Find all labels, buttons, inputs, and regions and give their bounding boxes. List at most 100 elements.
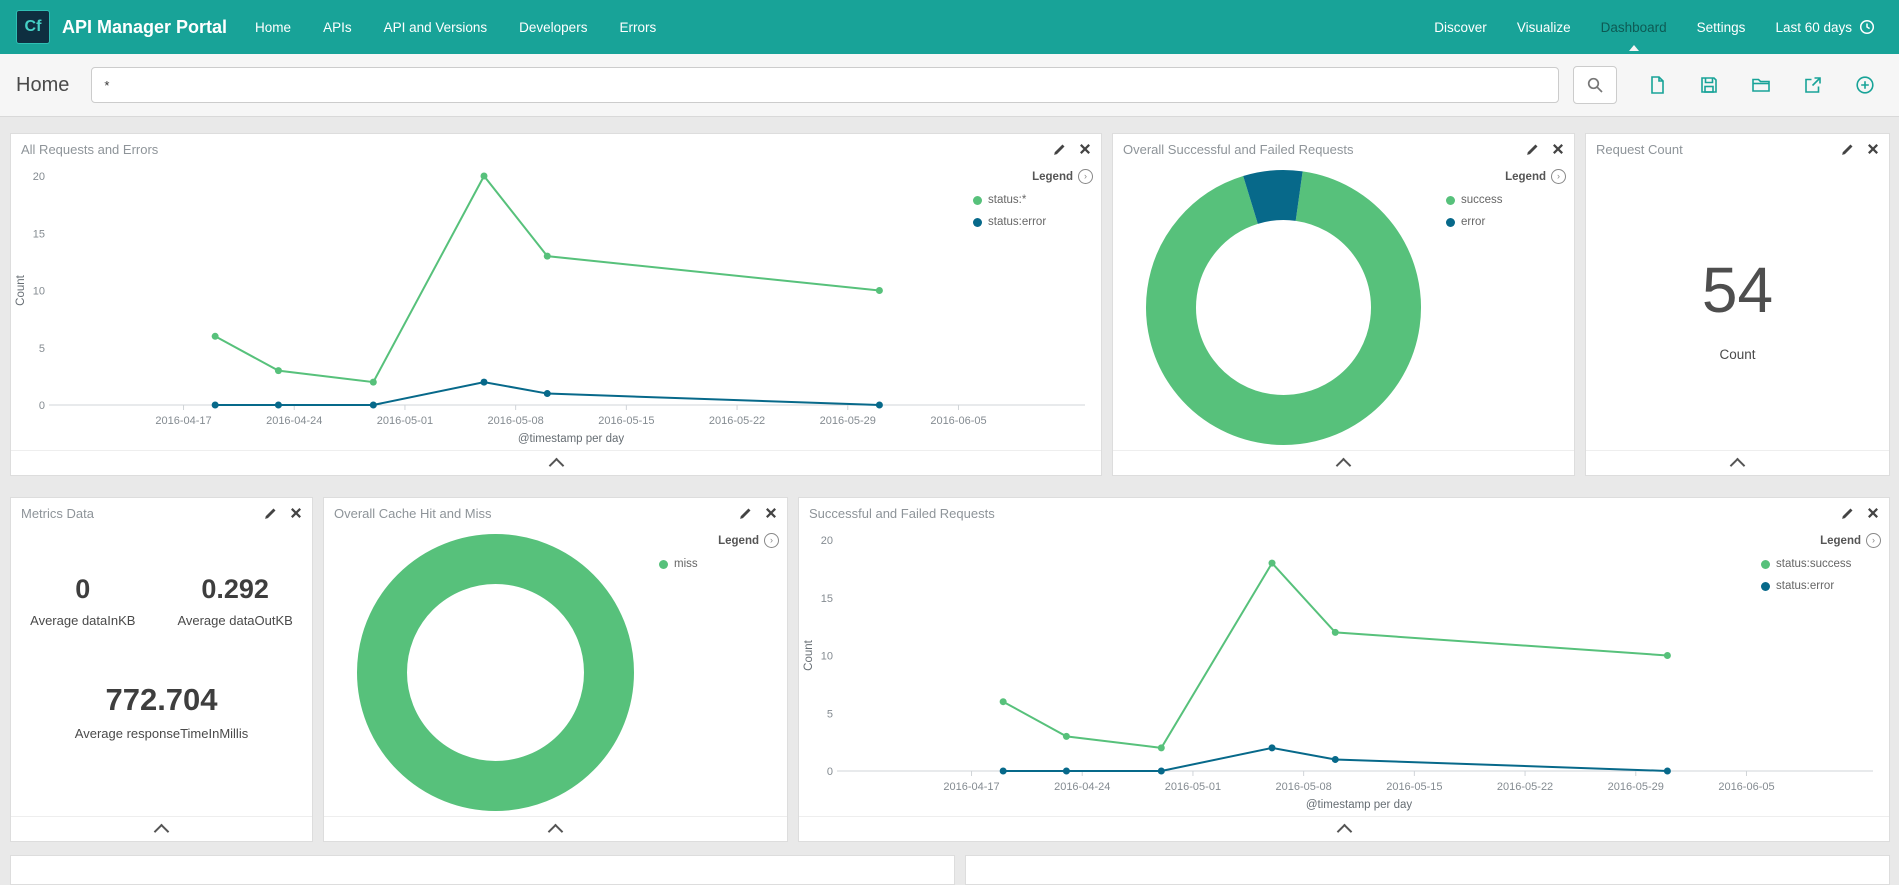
legend-color-dot — [1446, 195, 1455, 205]
legend-color-dot — [973, 217, 982, 227]
panel-title: Overall Successful and Failed Requests — [1123, 141, 1354, 157]
metric-data-out: 0.292 Average dataOutKB — [177, 574, 292, 628]
svg-text:2016-05-22: 2016-05-22 — [1497, 781, 1553, 793]
metric-data-in: 0 Average dataInKB — [30, 574, 135, 628]
close-panel-icon[interactable] — [1867, 507, 1879, 519]
search-input[interactable] — [91, 67, 1559, 103]
nav-item-api-and-versions[interactable]: API and Versions — [384, 20, 488, 35]
metric-label: Average dataInKB — [30, 613, 136, 628]
legend-item[interactable]: miss — [659, 558, 779, 570]
legend-item[interactable]: status:* — [973, 194, 1093, 206]
clock-icon — [1859, 19, 1875, 35]
share-icon[interactable] — [1803, 75, 1823, 95]
panel-cache-hit-miss: Overall Cache Hit and Miss Legend › miss — [323, 497, 788, 842]
app-title: API Manager Portal — [62, 16, 228, 37]
panel-title: Successful and Failed Requests — [809, 505, 995, 521]
svg-text:2016-04-24: 2016-04-24 — [266, 415, 322, 427]
close-panel-icon[interactable] — [1867, 143, 1879, 155]
close-panel-icon[interactable] — [290, 507, 302, 519]
svg-text:2016-05-15: 2016-05-15 — [598, 415, 654, 427]
legend-item[interactable]: error — [1446, 216, 1566, 228]
legend-item[interactable]: success — [1446, 194, 1566, 206]
nav-item-home[interactable]: Home — [255, 20, 291, 35]
svg-text:2016-05-15: 2016-05-15 — [1386, 781, 1442, 793]
edit-panel-icon[interactable] — [1053, 143, 1066, 156]
edit-panel-icon[interactable] — [1526, 143, 1539, 156]
nav-item-dashboard[interactable]: Dashboard — [1601, 20, 1667, 35]
panel-collapse-button[interactable] — [11, 816, 312, 841]
chevron-up-icon — [1335, 457, 1352, 474]
panel-collapse-button[interactable] — [324, 816, 787, 841]
panel-successful-failed-requests: Successful and Failed Requests 0 5 10 15 20 2… — [798, 497, 1890, 842]
coldfusion-logo: Cf — [16, 10, 50, 44]
legend-item[interactable]: status:success — [1761, 558, 1881, 570]
edit-panel-icon[interactable] — [1841, 507, 1854, 520]
chevron-up-icon — [1729, 457, 1746, 474]
chevron-up-icon — [548, 457, 564, 474]
legend-toggle[interactable]: Legend › — [1761, 533, 1881, 548]
svg-text:@timestamp per day: @timestamp per day — [1306, 799, 1413, 811]
nav-item-visualize[interactable]: Visualize — [1517, 20, 1571, 35]
close-panel-icon[interactable] — [765, 507, 777, 519]
legend-toggle[interactable]: Legend › — [1446, 169, 1566, 184]
add-panel-icon[interactable] — [1855, 75, 1875, 95]
metric-value: 0 — [75, 574, 91, 604]
chevron-up-icon — [1336, 823, 1352, 840]
close-panel-icon[interactable] — [1552, 143, 1564, 155]
search-button[interactable] — [1573, 66, 1617, 104]
legend-item[interactable]: status:error — [973, 216, 1093, 228]
svg-text:2016-04-24: 2016-04-24 — [1054, 781, 1110, 793]
legend-toggle[interactable]: Legend › — [659, 533, 779, 548]
legend-color-dot — [1761, 559, 1770, 569]
legend-collapse-icon: › — [1551, 169, 1566, 184]
legend-item[interactable]: status:error — [1761, 580, 1881, 592]
legend-color-dot — [1446, 217, 1455, 227]
edit-panel-icon[interactable] — [1841, 143, 1854, 156]
chart-legend: Legend › status:* status:error — [973, 169, 1093, 238]
panel-collapse-button[interactable] — [11, 450, 1101, 475]
svg-text:10: 10 — [33, 286, 45, 298]
legend-color-dot — [659, 559, 668, 569]
chart-legend: Legend › status:success status:error — [1761, 533, 1881, 602]
legend-toggle[interactable]: Legend › — [973, 169, 1093, 184]
panel-metrics-data: Metrics Data 0 Average dataInKB 0.292 Av… — [10, 497, 313, 842]
chart-legend: Legend › miss — [659, 533, 779, 580]
svg-text:20: 20 — [821, 535, 833, 547]
svg-text:2016-05-01: 2016-05-01 — [1165, 781, 1221, 793]
svg-text:5: 5 — [827, 708, 833, 720]
panel-collapse-button[interactable] — [1586, 450, 1889, 475]
nav-item-developers[interactable]: Developers — [519, 20, 587, 35]
svg-text:2016-04-17: 2016-04-17 — [943, 781, 999, 793]
time-filter-button[interactable]: Last 60 days — [1775, 19, 1875, 35]
new-document-icon[interactable] — [1647, 75, 1667, 95]
svg-text:2016-05-08: 2016-05-08 — [488, 415, 544, 427]
svg-text:2016-05-29: 2016-05-29 — [820, 415, 876, 427]
toolbar-actions — [1647, 75, 1883, 95]
legend-collapse-icon: › — [1078, 169, 1093, 184]
edit-panel-icon[interactable] — [739, 507, 752, 520]
nav-item-settings[interactable]: Settings — [1697, 20, 1746, 35]
chevron-up-icon — [547, 823, 564, 840]
svg-text:15: 15 — [821, 593, 833, 605]
panel-collapse-button[interactable] — [799, 816, 1889, 841]
panel-collapse-button[interactable] — [1113, 450, 1574, 475]
svg-text:Count: Count — [803, 639, 815, 670]
panel-header: Overall Cache Hit and Miss — [324, 498, 787, 528]
legend-collapse-icon: › — [764, 533, 779, 548]
svg-text:2016-06-05: 2016-06-05 — [1718, 781, 1774, 793]
open-folder-icon[interactable] — [1751, 75, 1771, 95]
nav-item-apis[interactable]: APIs — [323, 20, 352, 35]
save-icon[interactable] — [1699, 75, 1719, 95]
metric-response-time: 772.704 Average responseTimeInMillis — [11, 682, 312, 741]
edit-panel-icon[interactable] — [264, 507, 277, 520]
close-panel-icon[interactable] — [1079, 143, 1091, 155]
nav-item-errors[interactable]: Errors — [619, 20, 656, 35]
svg-text:2016-04-17: 2016-04-17 — [155, 415, 211, 427]
metric-value: 0.292 — [201, 574, 269, 604]
panel-overall-success-failed: Overall Successful and Failed Requests L… — [1112, 133, 1575, 476]
svg-text:@timestamp per day: @timestamp per day — [518, 433, 625, 445]
time-filter-label: Last 60 days — [1775, 19, 1852, 35]
nav-item-discover[interactable]: Discover — [1434, 20, 1487, 35]
svg-text:0: 0 — [39, 400, 45, 412]
panel-title: All Requests and Errors — [21, 141, 159, 157]
